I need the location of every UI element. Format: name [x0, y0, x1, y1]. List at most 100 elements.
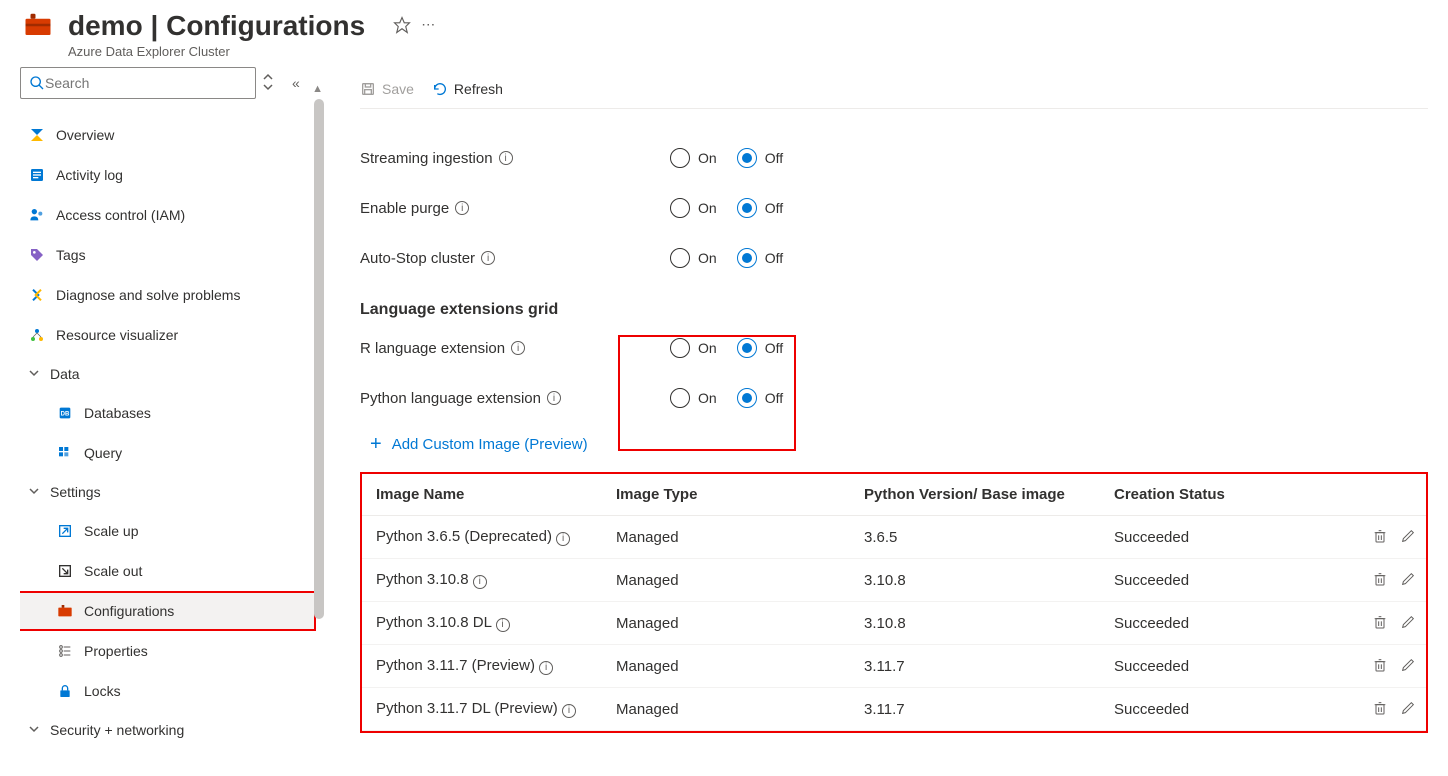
diagnose-icon: [28, 286, 46, 304]
database-icon: DB: [56, 404, 74, 422]
cell-status: Succeeded: [1106, 559, 1336, 602]
cell-py-version: 3.10.8: [856, 602, 1106, 645]
lock-icon: [56, 682, 74, 700]
streaming-on-radio[interactable]: On: [670, 148, 717, 168]
delete-icon[interactable]: [1372, 657, 1390, 675]
info-icon[interactable]: i: [511, 341, 525, 355]
delete-icon[interactable]: [1372, 700, 1390, 718]
sidebar-group-label: Security + networking: [50, 722, 184, 738]
sidebar-item-properties[interactable]: Properties: [20, 631, 316, 671]
sidebar-item-scale-up[interactable]: Scale up: [20, 511, 316, 551]
favorite-icon[interactable]: [393, 16, 411, 37]
cell-py-version: 3.11.7: [856, 688, 1106, 731]
sidebar-item-label: Activity log: [56, 167, 123, 183]
info-icon[interactable]: i: [499, 151, 513, 165]
delete-icon[interactable]: [1372, 528, 1390, 546]
r-extension-label: R language extension i: [360, 340, 670, 357]
info-icon[interactable]: i: [481, 251, 495, 265]
edit-icon[interactable]: [1400, 571, 1418, 589]
svg-text:DB: DB: [61, 412, 70, 418]
images-table: Image Name Image Type Python Version/ Ba…: [360, 472, 1428, 733]
info-icon[interactable]: i: [547, 391, 561, 405]
sidebar-item-databases[interactable]: DB Databases: [20, 393, 316, 433]
sidebar-item-locks[interactable]: Locks: [20, 671, 316, 711]
more-icon[interactable]: ⋯: [421, 16, 435, 37]
info-icon[interactable]: i: [496, 618, 510, 632]
info-icon[interactable]: i: [455, 201, 469, 215]
sidebar-item-access-control[interactable]: Access control (IAM): [20, 195, 316, 235]
sidebar-item-resource-visualizer[interactable]: Resource visualizer: [20, 315, 316, 355]
cell-py-version: 3.11.7: [856, 645, 1106, 688]
expand-collapse-icon[interactable]: [262, 73, 274, 94]
sidebar-group-label: Settings: [50, 484, 101, 500]
streaming-ingestion-label: Streaming ingestion i: [360, 150, 670, 167]
streaming-off-radio[interactable]: Off: [737, 148, 783, 168]
py-on-radio[interactable]: On: [670, 388, 717, 408]
sidebar-item-overview[interactable]: Overview: [20, 115, 316, 155]
cell-status: Succeeded: [1106, 688, 1336, 731]
table-row: Python 3.11.7 DL (Preview) i Managed 3.1…: [362, 688, 1426, 731]
sidebar-item-tags[interactable]: Tags: [20, 235, 316, 275]
sidebar-item-label: Databases: [84, 405, 151, 421]
sidebar-group-settings[interactable]: Settings: [20, 473, 316, 511]
sidebar-item-query[interactable]: Query: [20, 433, 316, 473]
r-on-radio[interactable]: On: [670, 338, 717, 358]
plus-icon: +: [370, 433, 382, 456]
search-input[interactable]: [20, 67, 256, 99]
visualizer-icon: [28, 326, 46, 344]
info-icon[interactable]: i: [473, 575, 487, 589]
resource-icon: [20, 10, 56, 40]
tags-icon: [28, 246, 46, 264]
edit-icon[interactable]: [1400, 657, 1418, 675]
cell-image-type: Managed: [608, 602, 856, 645]
sidebar-group-label: Data: [50, 366, 80, 382]
scale-out-icon: [56, 562, 74, 580]
autostop-off-radio[interactable]: Off: [737, 248, 783, 268]
configurations-icon: [56, 602, 74, 620]
cell-status: Succeeded: [1106, 602, 1336, 645]
info-icon[interactable]: i: [539, 661, 553, 675]
properties-icon: [56, 642, 74, 660]
sidebar-item-label: Resource visualizer: [56, 327, 178, 343]
lang-extensions-title: Language extensions grid: [360, 301, 1428, 319]
sidebar-item-label: Access control (IAM): [56, 207, 185, 223]
sidebar-item-label: Overview: [56, 127, 114, 143]
sidebar-item-configurations[interactable]: Configurations: [20, 591, 316, 631]
edit-icon[interactable]: [1400, 528, 1418, 546]
sidebar-item-label: Configurations: [84, 603, 174, 619]
purge-on-radio[interactable]: On: [670, 198, 717, 218]
cell-image-type: Managed: [608, 688, 856, 731]
py-off-radio[interactable]: Off: [737, 388, 783, 408]
refresh-button[interactable]: Refresh: [432, 81, 503, 97]
cell-py-version: 3.6.5: [856, 516, 1106, 559]
delete-icon[interactable]: [1372, 571, 1390, 589]
sidebar-item-label: Query: [84, 445, 122, 461]
page-subtitle: Azure Data Explorer Cluster: [68, 44, 365, 59]
sidebar-item-label: Scale out: [84, 563, 142, 579]
overview-icon: [28, 126, 46, 144]
add-custom-image-button[interactable]: + Add Custom Image (Preview): [370, 433, 588, 456]
save-button: Save: [360, 81, 414, 97]
sidebar-item-activity-log[interactable]: Activity log: [20, 155, 316, 195]
info-icon[interactable]: i: [556, 532, 570, 546]
th-image-type: Image Type: [608, 474, 856, 516]
edit-icon[interactable]: [1400, 614, 1418, 632]
cell-image-name: Python 3.10.8: [376, 571, 469, 588]
r-off-radio[interactable]: Off: [737, 338, 783, 358]
sidebar-item-scale-out[interactable]: Scale out: [20, 551, 316, 591]
chevron-down-icon: [28, 722, 42, 738]
sidebar-item-label: Properties: [84, 643, 148, 659]
sidebar-item-diagnose[interactable]: Diagnose and solve problems: [20, 275, 316, 315]
collapse-sidebar-icon[interactable]: «: [292, 75, 300, 91]
edit-icon[interactable]: [1400, 700, 1418, 718]
autostop-on-radio[interactable]: On: [670, 248, 717, 268]
cell-image-type: Managed: [608, 645, 856, 688]
sidebar-group-data[interactable]: Data: [20, 355, 316, 393]
purge-off-radio[interactable]: Off: [737, 198, 783, 218]
delete-icon[interactable]: [1372, 614, 1390, 632]
info-icon[interactable]: i: [562, 704, 576, 718]
sidebar-item-label: Tags: [56, 247, 86, 263]
sidebar-item-label: Locks: [84, 683, 121, 699]
enable-purge-label: Enable purge i: [360, 200, 670, 217]
sidebar-group-security[interactable]: Security + networking: [20, 711, 316, 749]
